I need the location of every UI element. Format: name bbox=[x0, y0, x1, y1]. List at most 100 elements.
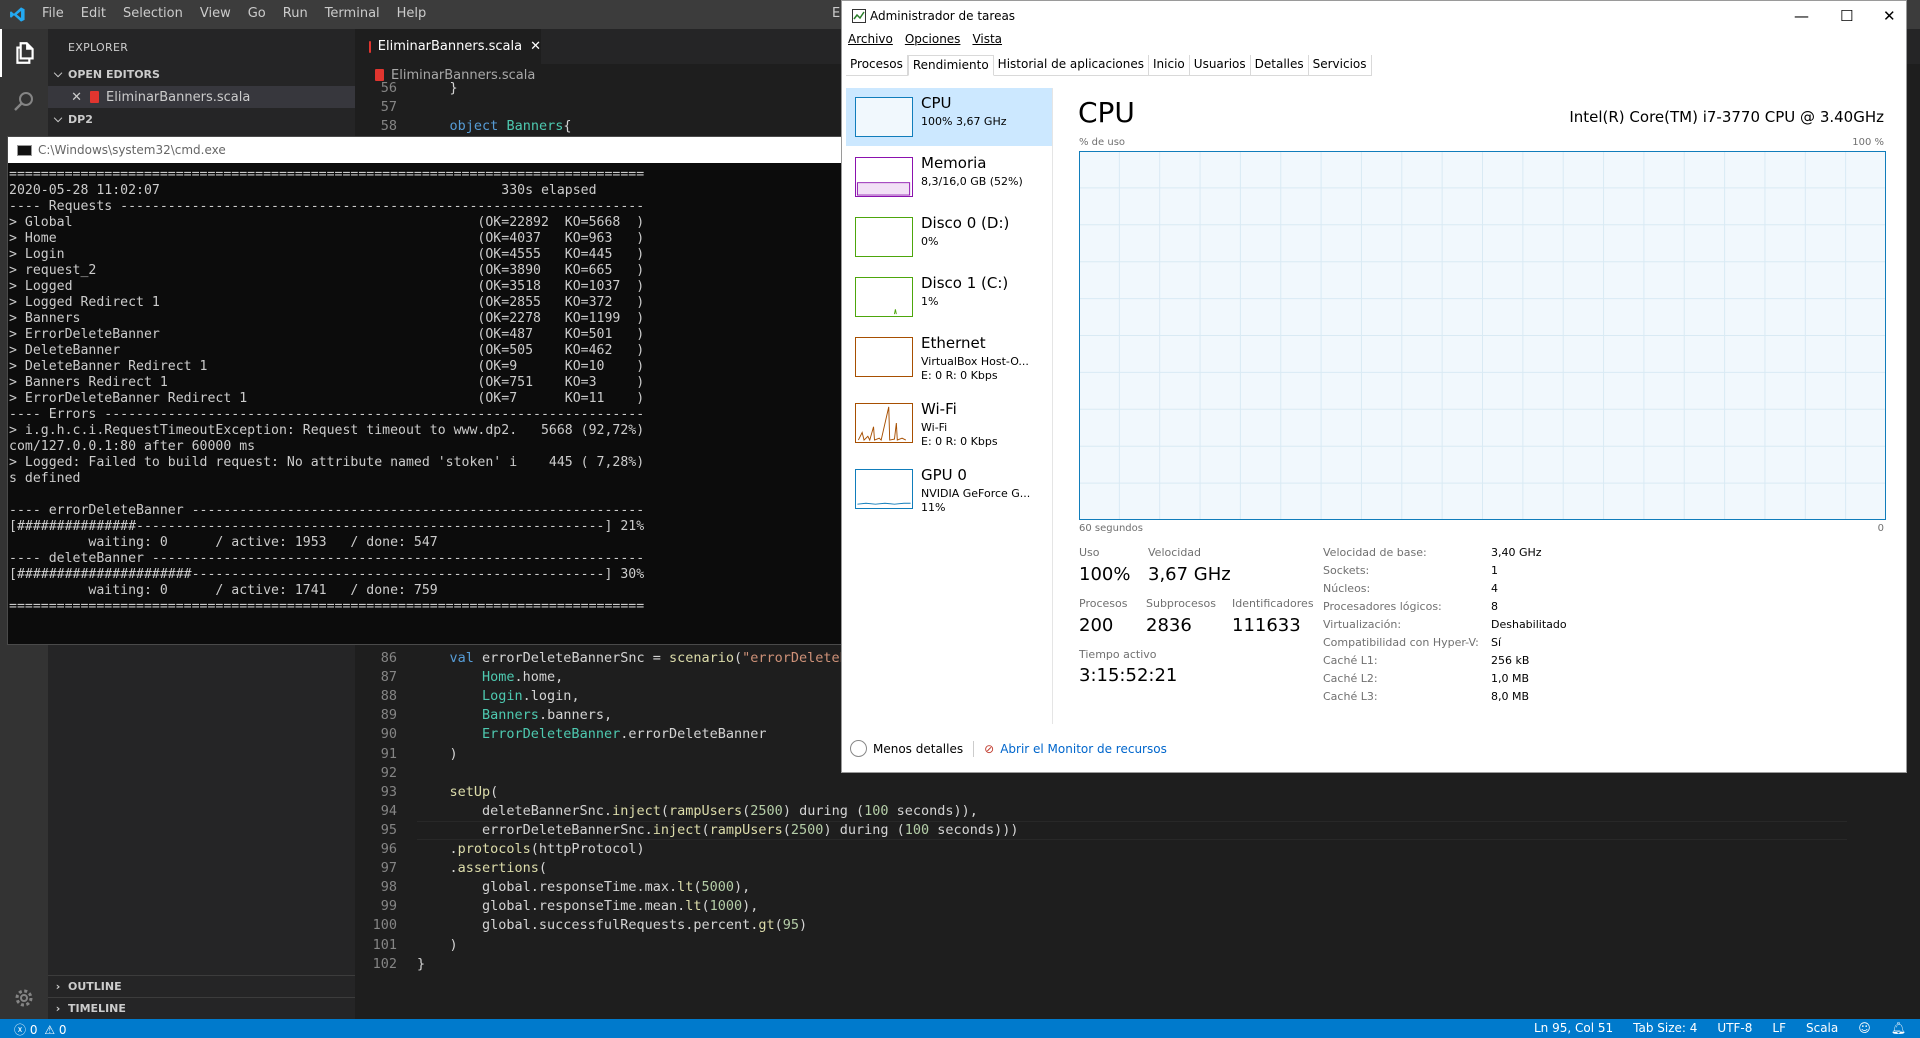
chevron-right-icon: › bbox=[55, 1002, 61, 1015]
code-text: Banners.banners, bbox=[482, 707, 613, 724]
outline-header[interactable]: › OUTLINE bbox=[48, 975, 355, 997]
menu-vista[interactable]: Vista bbox=[972, 32, 1002, 52]
tm-titlebar[interactable]: Administrador de tareas — ☐ ✕ bbox=[842, 1, 1906, 32]
stat-uso: 100% bbox=[1079, 564, 1131, 585]
cmd-titlebar[interactable]: C:\Windows\system32\cmd.exe bbox=[8, 137, 841, 163]
code-line[interactable]: 57 bbox=[355, 99, 417, 118]
resource-disco-1-c[interactable]: Disco 1 (C:) 1% bbox=[846, 268, 1052, 326]
code-line[interactable]: 87 Home.home, bbox=[355, 669, 564, 688]
code-line[interactable]: 99 global.responseTime.mean.lt(1000), bbox=[355, 898, 759, 917]
code-line[interactable]: 91 ) bbox=[355, 746, 458, 765]
tab-servicios[interactable]: Servicios bbox=[1309, 55, 1372, 76]
explorer-button[interactable] bbox=[0, 29, 48, 77]
cmd-output[interactable]: ========================================… bbox=[8, 167, 841, 642]
code-line[interactable]: 56 } bbox=[355, 80, 458, 99]
search-button[interactable] bbox=[0, 77, 48, 125]
encoding[interactable]: UTF-8 bbox=[1717, 1021, 1752, 1035]
folder-header[interactable]: ⌵ DP2 bbox=[48, 108, 355, 130]
open-editor-item[interactable]: ✕ EliminarBanners.scala bbox=[48, 86, 355, 108]
code-text: global.responseTime.mean.lt(1000), bbox=[417, 898, 759, 915]
console-line: > ErrorDeleteBanner Redirect 1 (OK=7 KO=… bbox=[9, 391, 645, 406]
code-line[interactable]: 92 bbox=[355, 765, 417, 784]
timeline-header[interactable]: › TIMELINE bbox=[48, 997, 355, 1019]
minimize-icon[interactable]: — bbox=[1794, 7, 1809, 25]
tab-usuarios[interactable]: Usuarios bbox=[1190, 55, 1251, 76]
menu-help[interactable]: Help bbox=[397, 6, 427, 21]
cursor-position[interactable]: Ln 95, Col 51 bbox=[1534, 1021, 1613, 1035]
tab-rendimiento[interactable]: Rendimiento bbox=[907, 55, 994, 76]
task-manager-window: Administrador de tareas — ☐ ✕ Archivo Op… bbox=[841, 0, 1907, 773]
fewer-details-button[interactable]: Menos detalles bbox=[873, 742, 963, 756]
panel-divider bbox=[1052, 88, 1053, 724]
resource-wi-fi[interactable]: Wi-Fi Wi-Fi E: 0 R: 0 Kbps bbox=[846, 394, 1052, 452]
maximize-icon[interactable]: ☐ bbox=[1840, 7, 1853, 25]
feedback-icon[interactable]: ☺ bbox=[1858, 1021, 1871, 1035]
tab-historial[interactable]: Historial de aplicaciones bbox=[994, 55, 1150, 76]
problems-indicator[interactable]: ⓧ 0 ⚠ 0 bbox=[14, 1021, 67, 1038]
resource-disco-0-d[interactable]: Disco 0 (D:) 0% bbox=[846, 208, 1052, 266]
code-line[interactable]: 100 global.successfulRequests.percent.gt… bbox=[355, 917, 808, 936]
stat-subprocesos: 2836 bbox=[1146, 615, 1192, 636]
end-of-line[interactable]: LF bbox=[1772, 1021, 1786, 1035]
menu-terminal[interactable]: Terminal bbox=[325, 6, 380, 21]
tab-procesos[interactable]: Procesos bbox=[846, 55, 908, 76]
menu-view[interactable]: View bbox=[200, 6, 231, 21]
code-line[interactable]: 86 val errorDeleteBannerSnc = scenario("… bbox=[355, 650, 856, 669]
chevron-right-icon: › bbox=[55, 980, 61, 993]
chevron-up-icon[interactable] bbox=[850, 740, 867, 757]
console-line: > Home (OK=4037 KO=963 ) bbox=[9, 231, 645, 246]
menu-items: File Edit Selection View Go Run Terminal… bbox=[42, 6, 443, 21]
resource-detail: Wi-Fi bbox=[921, 421, 948, 434]
resource-gpu-0[interactable]: GPU 0 NVIDIA GeForce G... 11% bbox=[846, 460, 1052, 518]
code-line[interactable]: 102} bbox=[355, 956, 426, 975]
folder-label: DP2 bbox=[68, 112, 93, 126]
code-line[interactable]: 98 global.responseTime.max.lt(5000), bbox=[355, 879, 751, 898]
close-icon[interactable]: ✕ bbox=[1883, 7, 1896, 25]
menu-opciones[interactable]: Opciones bbox=[905, 32, 961, 52]
code-text: ) bbox=[417, 936, 458, 953]
console-line: > DeleteBanner Redirect 1 (OK=9 KO=10 ) bbox=[9, 359, 645, 374]
menu-file[interactable]: File bbox=[42, 6, 64, 21]
code-line[interactable]: 97 .assertions( bbox=[355, 860, 547, 879]
code-line[interactable]: 95 errorDeleteBannerSnc.inject(rampUsers… bbox=[355, 822, 1019, 841]
resource-name: Wi-Fi bbox=[921, 400, 957, 418]
cpu-prop-value: 1 bbox=[1491, 564, 1498, 577]
tab-size[interactable]: Tab Size: 4 bbox=[1633, 1021, 1697, 1035]
code-line[interactable]: 89 Banners.banners, bbox=[355, 707, 612, 726]
menu-go[interactable]: Go bbox=[248, 6, 266, 21]
console-line: > Banners (OK=2278 KO=1199 ) bbox=[9, 311, 645, 326]
resource-detail: 8,3/16,0 GB (52%) bbox=[921, 175, 1023, 188]
tab-eliminarbanners[interactable]: EliminarBanners.scala ✕ bbox=[355, 29, 541, 64]
bell-icon[interactable]: 🔔︎ bbox=[1891, 1021, 1906, 1035]
resource-monitor-link[interactable]: Abrir el Monitor de recursos bbox=[1000, 742, 1167, 756]
code-line[interactable]: 94 deleteBannerSnc.inject(rampUsers(2500… bbox=[355, 803, 978, 822]
resource-detail: VirtualBox Host-O... bbox=[921, 355, 1029, 368]
open-editors-header[interactable]: ⌵ OPEN EDITORS bbox=[48, 63, 355, 85]
code-line[interactable]: 90 ErrorDeleteBanner.errorDeleteBanner bbox=[355, 726, 767, 745]
cpu-prop-label: Núcleos: bbox=[1323, 582, 1371, 595]
menu-selection[interactable]: Selection bbox=[123, 6, 183, 21]
menu-archivo[interactable]: Archivo bbox=[848, 32, 893, 52]
line-number: 58 bbox=[380, 118, 397, 135]
console-line: > DeleteBanner (OK=505 KO=462 ) bbox=[9, 343, 645, 358]
graph-label-usage: % de uso bbox=[1079, 137, 1126, 148]
code-line[interactable]: 88 Login.login, bbox=[355, 688, 580, 707]
tab-detalles[interactable]: Detalles bbox=[1251, 55, 1309, 76]
menu-edit[interactable]: Edit bbox=[81, 6, 106, 21]
console-line: s defined bbox=[9, 471, 81, 486]
menu-run[interactable]: Run bbox=[283, 6, 308, 21]
line-number: 88 bbox=[380, 688, 397, 705]
resource-ethernet[interactable]: Ethernet VirtualBox Host-O... E: 0 R: 0 Kb… bbox=[846, 328, 1052, 386]
code-line[interactable]: 96 .protocols(httpProtocol) bbox=[355, 841, 645, 860]
resource-cpu[interactable]: CPU 100% 3,67 GHz bbox=[846, 88, 1052, 146]
close-icon[interactable]: ✕ bbox=[48, 90, 82, 105]
tab-inicio[interactable]: Inicio bbox=[1149, 55, 1190, 76]
code-line[interactable]: 58 object Banners{ bbox=[355, 118, 572, 137]
manage-button[interactable] bbox=[0, 974, 48, 1022]
close-icon[interactable]: ✕ bbox=[530, 39, 541, 54]
code-line[interactable]: 101 ) bbox=[355, 937, 458, 956]
code-line[interactable]: 93 setUp( bbox=[355, 784, 499, 803]
language-mode[interactable]: Scala bbox=[1806, 1021, 1838, 1035]
resource-memoria[interactable]: Memoria 8,3/16,0 GB (52%) bbox=[846, 148, 1052, 206]
cpu-model: Intel(R) Core(TM) i7-3770 CPU @ 3.40GHz bbox=[1569, 108, 1884, 126]
